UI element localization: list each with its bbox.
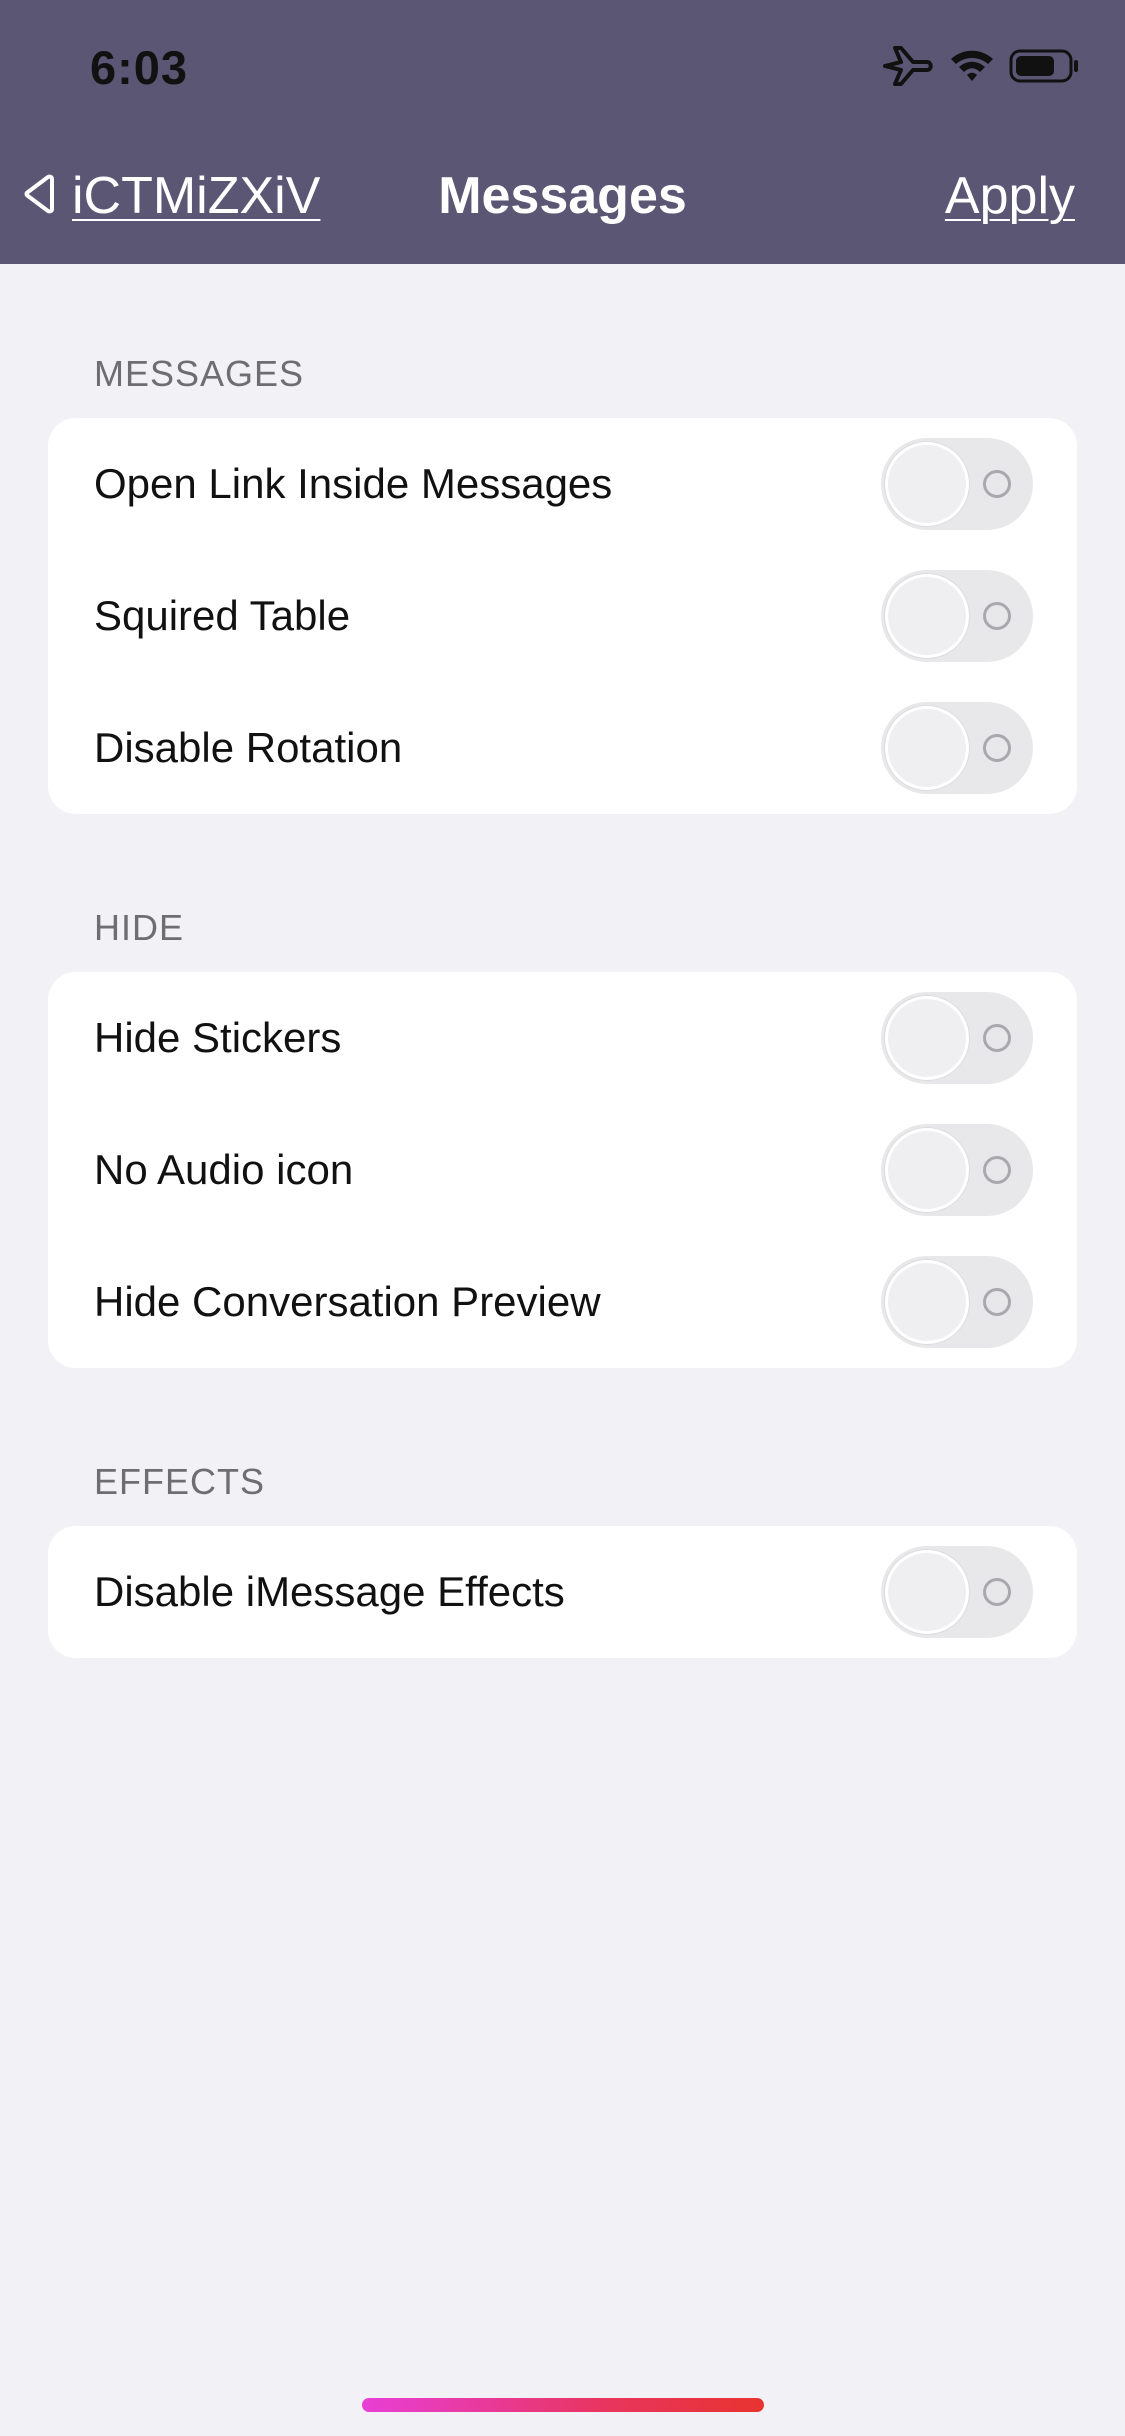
row-label: Disable Rotation <box>94 724 403 771</box>
list-item: Disable Rotation <box>48 682 1077 814</box>
wifi-icon <box>949 47 995 90</box>
apply-button[interactable]: Apply <box>945 166 1075 226</box>
toggle-knob <box>885 996 969 1080</box>
list-item: Hide Conversation Preview <box>48 1236 1077 1368</box>
toggle-knob <box>885 1550 969 1634</box>
settings-group-effects: Disable iMessage Effects <box>48 1526 1077 1658</box>
row-label: Open Link Inside Messages <box>94 460 613 507</box>
toggle-off-indicator-icon <box>983 1156 1011 1184</box>
airplane-icon <box>881 44 935 93</box>
list-item: Hide Stickers <box>48 972 1077 1104</box>
row-label: Disable iMessage Effects <box>94 1568 565 1615</box>
section-header-effects: EFFECTS <box>94 1461 266 1502</box>
list-item: No Audio icon <box>48 1104 1077 1236</box>
toggle-off-indicator-icon <box>983 1288 1011 1316</box>
list-item: Disable iMessage Effects <box>48 1526 1077 1658</box>
row-label: Squired Table <box>94 592 351 639</box>
section-header-hide: HIDE <box>94 907 185 948</box>
toggle-off-indicator-icon <box>983 470 1011 498</box>
row-label: Hide Conversation Preview <box>94 1278 601 1325</box>
back-button[interactable]: iCTMiZXiV <box>22 166 320 226</box>
settings-group-messages: Open Link Inside Messages Squired Table … <box>48 418 1077 814</box>
hide-stickers-toggle[interactable] <box>881 992 1033 1084</box>
toggle-knob <box>885 442 969 526</box>
no-audio-icon-toggle[interactable] <box>881 1124 1033 1216</box>
toggle-off-indicator-icon <box>983 1024 1011 1052</box>
settings-content: MESSAGES Open Link Inside Messages Squir… <box>0 264 1125 1658</box>
squired-table-toggle[interactable] <box>881 570 1033 662</box>
toggle-knob <box>885 574 969 658</box>
row-label: Hide Stickers <box>94 1014 342 1061</box>
toggle-off-indicator-icon <box>983 1578 1011 1606</box>
disable-imessage-effects-toggle[interactable] <box>881 1546 1033 1638</box>
battery-icon <box>1009 48 1081 89</box>
section-header-messages: MESSAGES <box>94 353 305 394</box>
toggle-knob <box>885 1128 969 1212</box>
row-label: No Audio icon <box>94 1146 354 1193</box>
toggle-knob <box>885 1260 969 1344</box>
navigation-header: 6:03 iCTMiZXiV Messages Apply <box>0 0 1125 264</box>
home-indicator[interactable] <box>362 2398 764 2412</box>
status-time: 6:03 <box>90 41 189 94</box>
list-item: Squired Table <box>48 550 1077 682</box>
status-icons <box>881 44 1081 92</box>
list-item: Open Link Inside Messages <box>48 418 1077 550</box>
back-button-label: iCTMiZXiV <box>72 167 321 225</box>
hide-conversation-preview-toggle[interactable] <box>881 1256 1033 1348</box>
toggle-off-indicator-icon <box>983 734 1011 762</box>
settings-group-hide: Hide Stickers No Audio icon Hide Convers… <box>48 972 1077 1368</box>
toggle-off-indicator-icon <box>983 602 1011 630</box>
toggle-knob <box>885 706 969 790</box>
back-arrow-icon <box>22 174 60 219</box>
open-link-inside-messages-toggle[interactable] <box>881 438 1033 530</box>
disable-rotation-toggle[interactable] <box>881 702 1033 794</box>
